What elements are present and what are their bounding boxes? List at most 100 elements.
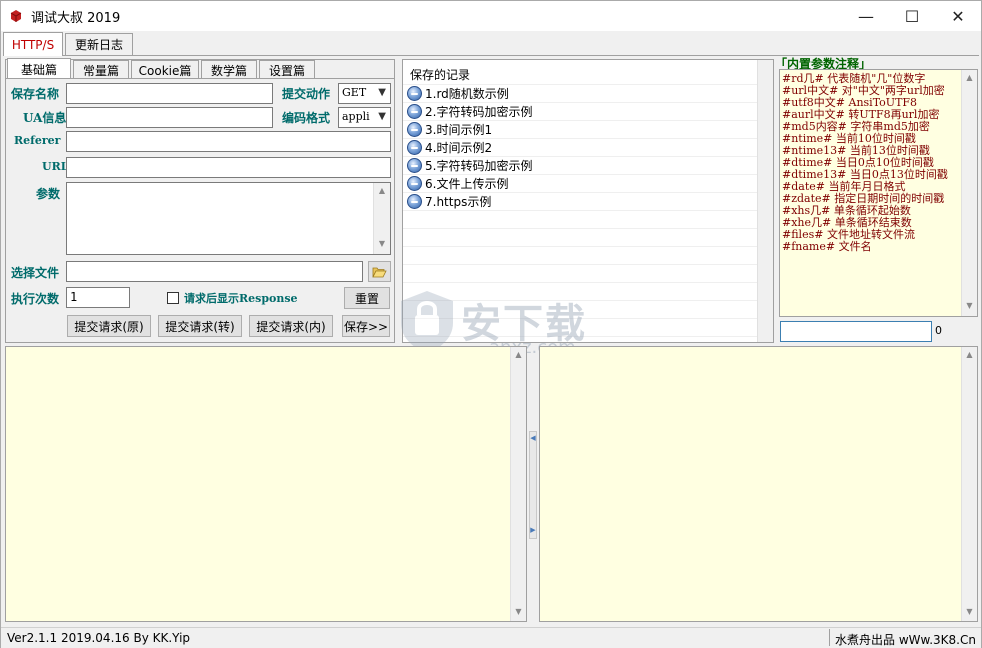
scroll-down-icon[interactable]: ▼ — [374, 239, 390, 248]
params-scrollbar[interactable]: ▲ ▼ — [373, 183, 390, 254]
scroll-up-icon[interactable]: ▲ — [511, 350, 526, 359]
record-item[interactable]: 2.字符转码加密示例 — [407, 103, 532, 120]
record-label: 7.https示例 — [425, 195, 492, 209]
records-grid-line — [403, 264, 773, 265]
encoding-value: appli — [342, 110, 370, 123]
globe-icon — [407, 176, 422, 191]
subtab-basic-label: 基础篇 — [20, 62, 57, 77]
globe-icon — [407, 194, 422, 209]
referer-label: Referer — [14, 134, 61, 147]
subtab-settings[interactable]: 设置篇 — [259, 60, 315, 79]
submit-raw-label: 提交请求(原) — [74, 319, 144, 334]
chevron-down-icon: ▼ — [378, 87, 386, 98]
select-file-label: 选择文件 — [11, 266, 60, 280]
subtab-cookie[interactable]: Cookie篇 — [131, 60, 199, 79]
record-item[interactable]: 5.字符转码加密示例 — [407, 157, 532, 174]
save-name-label: 保存名称 — [11, 87, 60, 101]
folder-icon — [372, 267, 387, 277]
globe-icon — [407, 104, 422, 119]
subtab-math-label: 数学篇 — [210, 63, 247, 78]
globe-icon — [407, 122, 422, 137]
encoding-select[interactable]: appli ▼ — [338, 107, 391, 128]
records-grid-line — [403, 228, 773, 229]
submit-raw-button[interactable]: 提交请求(原) — [67, 315, 151, 337]
scroll-down-icon[interactable]: ▼ — [962, 607, 977, 616]
param-line: #fname# 文件名 — [782, 240, 872, 253]
splitter-handle[interactable]: ◀ ▶ — [529, 431, 537, 539]
record-item[interactable]: 3.时间示例1 — [407, 121, 492, 138]
submit-action-value: GET — [342, 86, 367, 99]
subtab-cookie-label: Cookie篇 — [138, 63, 192, 78]
submit-inner-button[interactable]: 提交请求(内) — [249, 315, 333, 337]
chevron-down-icon: ▼ — [378, 111, 386, 122]
watermark-shield-icon — [395, 287, 459, 355]
tab-changelog[interactable]: 更新日志 — [65, 33, 133, 55]
exec-count-input[interactable]: 1 — [66, 287, 130, 308]
minimize-button[interactable]: — — [843, 1, 889, 31]
scroll-up-icon[interactable]: ▲ — [374, 186, 390, 195]
file-path-input[interactable] — [66, 261, 363, 282]
params-notes-scrollbar[interactable]: ▲ ▼ — [961, 70, 977, 316]
status-version: Ver2.1.1 2019.04.16 By KK.Yip — [7, 631, 191, 645]
subtab-basic[interactable]: 基础篇 — [7, 58, 71, 79]
response-output-textarea[interactable] — [539, 346, 978, 622]
param-count: 0 — [935, 324, 942, 337]
record-item[interactable]: 6.文件上传示例 — [407, 175, 508, 192]
app-logo-icon — [10, 10, 22, 22]
exec-count-label: 执行次数 — [11, 292, 60, 306]
maximize-button[interactable]: ☐ — [889, 1, 935, 31]
browse-file-button[interactable] — [368, 261, 391, 282]
record-label: 4.时间示例2 — [425, 141, 493, 155]
status-credit: 水煮舟出品 wWw.3K8.Cn — [835, 633, 976, 647]
scroll-down-icon[interactable]: ▼ — [962, 301, 977, 310]
records-grid-line — [403, 210, 773, 211]
record-item[interactable]: 4.时间示例2 — [407, 139, 492, 156]
status-divider — [829, 629, 830, 646]
title-bar: 调试大叔 2019 — ☐ ✕ — [1, 1, 981, 31]
record-label: 6.文件上传示例 — [425, 177, 509, 191]
minimize-icon: — — [858, 6, 874, 26]
close-button[interactable]: ✕ — [935, 1, 981, 31]
scroll-down-icon[interactable]: ▼ — [511, 607, 526, 616]
referer-input[interactable] — [66, 131, 391, 152]
subtab-math[interactable]: 数学篇 — [201, 60, 257, 79]
save-button[interactable]: 保存>> — [342, 315, 390, 337]
close-icon: ✕ — [951, 6, 965, 26]
param-search-input[interactable] — [780, 321, 932, 342]
subtab-settings-label: 设置篇 — [268, 63, 305, 78]
subtab-constants-label: 常量篇 — [82, 63, 119, 78]
tab-https[interactable]: HTTP/S — [3, 32, 63, 56]
submit-action-select[interactable]: GET ▼ — [338, 83, 391, 104]
reset-button-label: 重置 — [354, 291, 379, 306]
ua-label: UA信息 — [23, 111, 67, 125]
record-label: 2.字符转码加密示例 — [425, 105, 533, 119]
submit-action-label: 提交动作 — [282, 87, 331, 101]
record-item[interactable]: 7.https示例 — [407, 193, 491, 210]
records-grid-line — [403, 282, 773, 283]
url-input[interactable] — [66, 157, 391, 178]
reset-button[interactable]: 重置 — [344, 287, 390, 309]
save-name-input[interactable] — [66, 83, 273, 104]
subtab-constants[interactable]: 常量篇 — [73, 60, 129, 79]
submit-convert-button[interactable]: 提交请求(转) — [158, 315, 242, 337]
records-grid-line — [403, 246, 773, 247]
save-button-label: 保存>> — [343, 319, 389, 334]
response-output-scrollbar[interactable]: ▲ ▼ — [961, 347, 977, 621]
record-label: 3.时间示例1 — [425, 123, 493, 137]
scroll-up-icon[interactable]: ▲ — [962, 350, 977, 359]
tab-changelog-label: 更新日志 — [74, 38, 123, 52]
encoding-label: 编码格式 — [282, 111, 331, 125]
params-textarea[interactable] — [66, 182, 391, 255]
scroll-up-icon[interactable]: ▲ — [962, 73, 977, 82]
request-output-scrollbar[interactable]: ▲ ▼ — [510, 347, 526, 621]
records-scrollbar[interactable] — [757, 60, 773, 342]
record-item[interactable]: 1.rd随机数示例 — [407, 85, 509, 102]
record-label: 1.rd随机数示例 — [425, 87, 509, 101]
arrow-left-icon[interactable]: ◀ — [530, 434, 536, 442]
window-title: 调试大叔 2019 — [31, 11, 121, 26]
arrow-right-icon[interactable]: ▶ — [530, 526, 536, 534]
show-response-checkbox[interactable] — [167, 292, 179, 304]
request-output-textarea[interactable] — [5, 346, 527, 622]
ua-input[interactable] — [66, 107, 273, 128]
params-label: 参数 — [36, 187, 61, 201]
